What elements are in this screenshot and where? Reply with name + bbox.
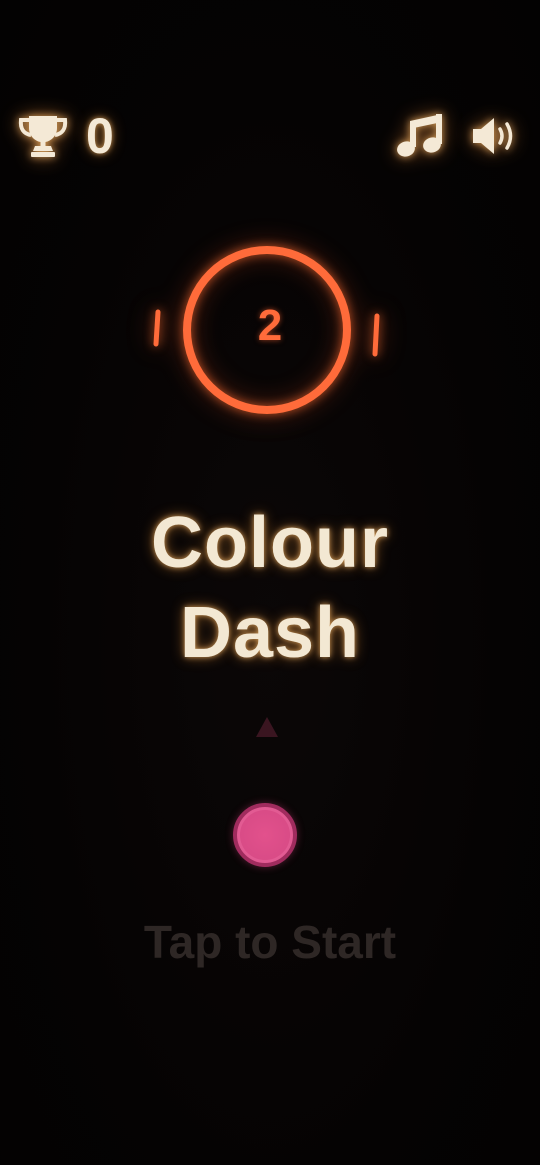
game-title: Colour Dash <box>0 498 540 678</box>
speaker-volume-icon[interactable] <box>470 115 520 157</box>
title-line-2: Dash <box>179 593 361 673</box>
player-ball[interactable] <box>233 803 297 867</box>
game-screen[interactable]: 0 2 Colour Dash Tap to Start <box>0 0 540 1165</box>
music-note-icon[interactable] <box>396 111 448 161</box>
up-arrow-icon <box>256 717 278 737</box>
score-value: 0 <box>86 108 114 164</box>
audio-controls <box>396 110 520 162</box>
score-display: 0 <box>16 110 114 162</box>
logo-ring: 2 <box>140 230 400 430</box>
trophy-icon <box>18 116 68 157</box>
ring-number: 2 <box>257 301 283 350</box>
title-line-1: Colour <box>151 503 389 583</box>
tap-to-start-label[interactable]: Tap to Start <box>0 914 540 970</box>
